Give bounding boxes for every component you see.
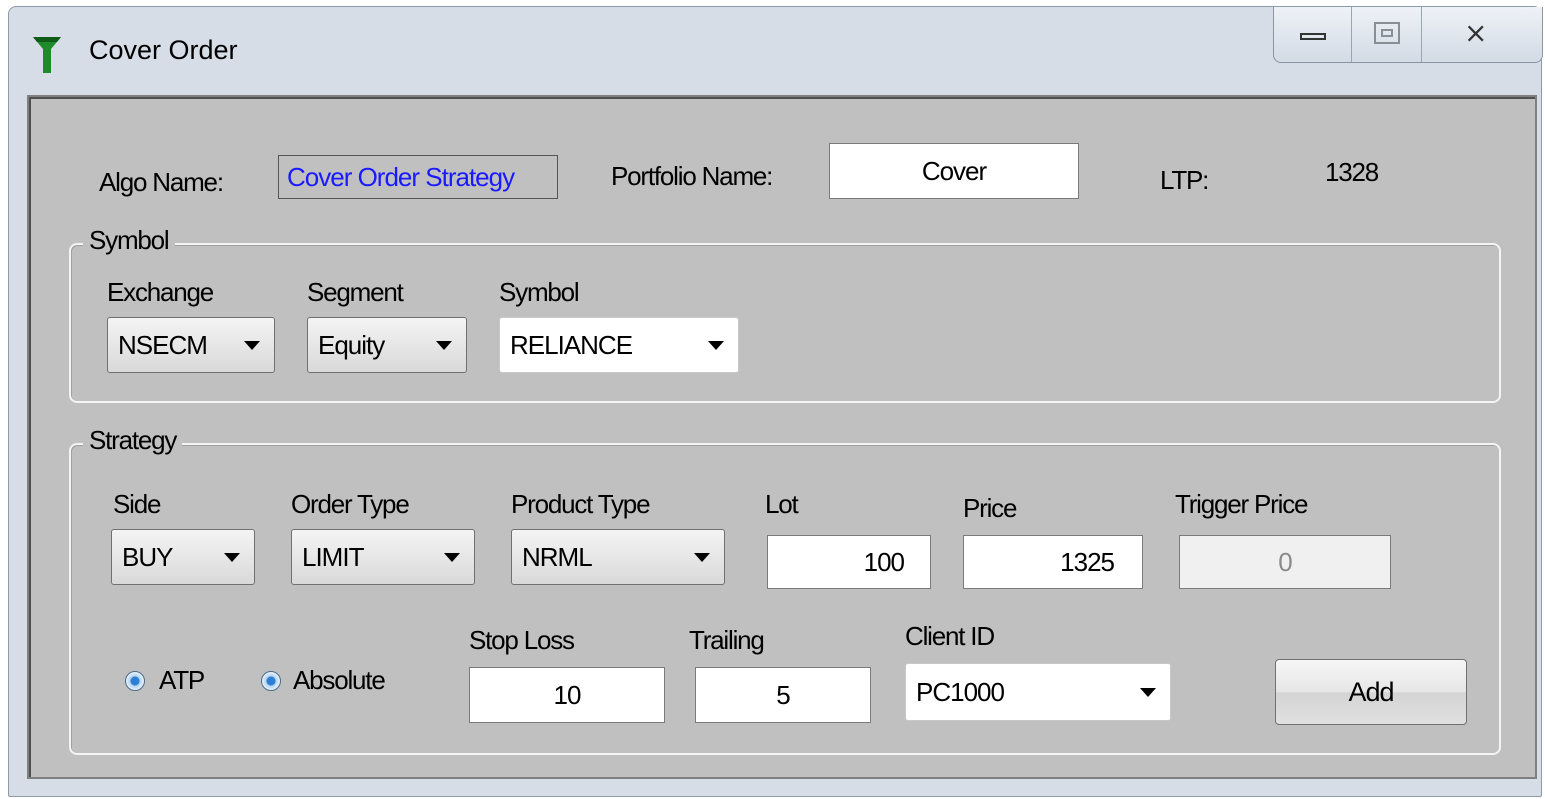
maximize-button[interactable] — [1352, 7, 1422, 62]
strategy-group-legend: Strategy — [83, 425, 183, 456]
lot-input[interactable]: 100 — [767, 535, 931, 589]
maximize-icon — [1374, 22, 1400, 44]
lot-label: Lot — [765, 489, 799, 519]
client-id-dropdown[interactable]: PC1000 — [905, 663, 1171, 721]
side-label: Side — [113, 489, 161, 519]
product-type-value: NRML — [522, 541, 593, 572]
window-title: Cover Order — [89, 35, 238, 65]
segment-value: Equity — [318, 329, 385, 360]
segment-dropdown[interactable]: Equity — [307, 317, 467, 373]
trigger-price-input[interactable]: 0 — [1179, 535, 1391, 589]
strategy-groupbox: Strategy Side BUY Order Type LIMIT Produ… — [69, 425, 1501, 755]
atp-radio[interactable] — [125, 671, 145, 691]
side-dropdown[interactable]: BUY — [111, 529, 255, 585]
price-input[interactable]: 1325 — [963, 535, 1143, 589]
product-type-dropdown[interactable]: NRML — [511, 529, 725, 585]
chevron-down-icon — [444, 553, 460, 562]
close-button[interactable]: ⨯ — [1422, 7, 1543, 62]
chevron-down-icon — [224, 553, 240, 562]
trailing-input[interactable]: 5 — [695, 667, 871, 723]
symbol-value: RELIANCE — [510, 329, 633, 360]
cover-order-window: Cover Order ⨯ Algo Name: Cover Order Str… — [8, 6, 1543, 797]
segment-label: Segment — [307, 277, 404, 307]
symbol-groupbox: Symbol Exchange NSECM Segment Equity Sym… — [69, 225, 1501, 403]
product-type-label: Product Type — [511, 489, 651, 519]
stop-loss-label: Stop Loss — [469, 625, 575, 655]
trailing-label: Trailing — [689, 625, 765, 655]
stop-loss-input[interactable]: 10 — [469, 667, 665, 723]
order-type-value: LIMIT — [302, 541, 364, 572]
symbol-dropdown[interactable]: RELIANCE — [499, 317, 739, 373]
chevron-down-icon — [244, 341, 260, 350]
add-button[interactable]: Add — [1275, 659, 1467, 725]
trigger-price-label: Trigger Price — [1175, 489, 1308, 519]
atp-label[interactable]: ATP — [159, 665, 205, 696]
ltp-value: 1328 — [1325, 157, 1379, 187]
portfolio-name-input[interactable]: Cover — [829, 143, 1079, 199]
absolute-radio[interactable] — [261, 671, 281, 691]
order-type-label: Order Type — [291, 489, 410, 519]
side-value: BUY — [122, 541, 173, 572]
absolute-label[interactable]: Absolute — [293, 665, 386, 696]
minimize-button[interactable] — [1274, 7, 1352, 62]
price-label: Price — [963, 493, 1017, 523]
exchange-value: NSECM — [118, 329, 208, 360]
chevron-down-icon — [694, 553, 710, 562]
symbol-label: Symbol — [499, 277, 580, 307]
algo-name-label: Algo Name: — [99, 167, 224, 197]
funnel-icon — [33, 37, 61, 73]
window-controls: ⨯ — [1273, 7, 1543, 63]
client-id-label: Client ID — [905, 621, 995, 651]
chevron-down-icon — [1140, 688, 1156, 697]
symbol-group-legend: Symbol — [83, 225, 175, 256]
chevron-down-icon — [436, 341, 452, 350]
ltp-label: LTP: — [1160, 165, 1209, 195]
portfolio-name-label: Portfolio Name: — [611, 161, 773, 191]
algo-name-value: Cover Order Strategy — [278, 155, 558, 199]
minimize-icon — [1300, 33, 1326, 40]
close-icon: ⨯ — [1464, 17, 1488, 48]
form-panel: Algo Name: Cover Order Strategy Portfoli… — [27, 95, 1537, 779]
title-bar[interactable]: Cover Order ⨯ — [9, 7, 1543, 91]
chevron-down-icon — [708, 341, 724, 350]
client-id-value: PC1000 — [916, 676, 1005, 707]
exchange-dropdown[interactable]: NSECM — [107, 317, 275, 373]
order-type-dropdown[interactable]: LIMIT — [291, 529, 475, 585]
exchange-label: Exchange — [107, 277, 214, 307]
